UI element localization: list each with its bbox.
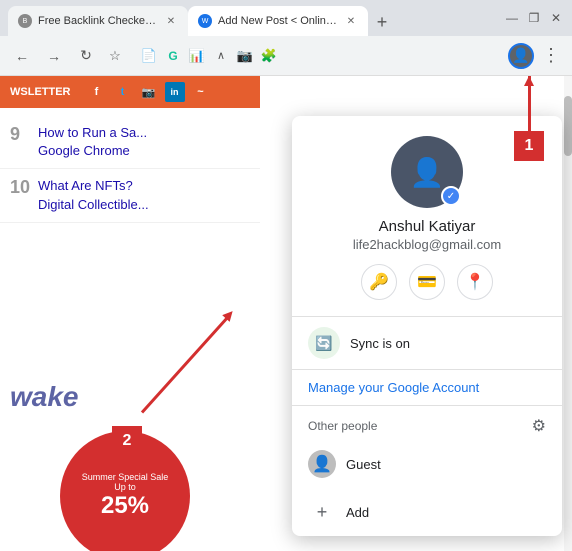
marker-badge-2: 2	[112, 426, 142, 456]
maximize-button[interactable]: ❐	[526, 10, 542, 26]
back-icon: ←	[15, 48, 29, 64]
forward-button[interactable]: →	[40, 42, 68, 70]
tab2-favicon: W	[198, 14, 212, 28]
other-people-label: Other people	[308, 419, 377, 433]
guest-item[interactable]: 👤 Guest	[292, 440, 562, 488]
profile-toolbar-button[interactable]: 👤	[508, 43, 534, 69]
close-button[interactable]: ✕	[548, 10, 564, 26]
location-button[interactable]: 📍	[457, 264, 493, 300]
window-controls: — ❐ ✕	[504, 10, 564, 26]
scrollbar[interactable]	[564, 76, 572, 551]
chrome-menu-button[interactable]: ⋮	[538, 41, 564, 70]
star-button[interactable]: ☆	[104, 45, 126, 67]
marker-badge-1: 1	[514, 131, 544, 161]
tab-backlink[interactable]: B Free Backlink Checker b... ✕	[8, 6, 188, 36]
manage-account-link[interactable]: Manage your Google Account	[292, 370, 562, 405]
tab1-favicon: B	[18, 14, 32, 28]
sync-section: 🔄 Sync is on	[292, 317, 562, 370]
sale-line1: Summer Special Sale	[82, 472, 169, 482]
camera-icon[interactable]: 📷	[234, 45, 256, 67]
toolbar: ← → ↻ ☆ 📄 G 📊 ∧ 📷 🧩 👤 ⋮	[0, 36, 572, 76]
tab1-title: Free Backlink Checker b...	[38, 15, 158, 27]
reload-button[interactable]: ↻	[72, 42, 100, 70]
facebook-icon[interactable]: f	[87, 82, 107, 102]
guest-avatar: 👤	[308, 450, 336, 478]
forward-icon: →	[47, 48, 61, 64]
website-panel: WSLETTER f t 📷 in ~ 9 How to Run a Sa...…	[0, 76, 260, 551]
tabs-area: B Free Backlink Checker b... ✕ W Add New…	[8, 0, 500, 36]
list-item: 10 What Are NFTs?Digital Collectible...	[0, 169, 260, 222]
other-people-section: Other people ⚙	[292, 405, 562, 440]
newsletter-label: WSLETTER	[10, 86, 71, 98]
twitter-icon[interactable]: t	[113, 82, 133, 102]
verified-badge: ✓	[441, 186, 461, 206]
linkedin-icon[interactable]: in	[165, 82, 185, 102]
scrollbar-thumb[interactable]	[564, 96, 572, 156]
add-icon: +	[308, 498, 336, 526]
extension-icon[interactable]: 🧩	[258, 45, 280, 67]
gear-icon[interactable]: ⚙	[532, 416, 546, 436]
tab2-close[interactable]: ✕	[344, 14, 358, 28]
avatar-icon: 👤	[410, 156, 445, 189]
back-button[interactable]: ←	[8, 42, 36, 70]
avatar-container: 👤 ✓	[391, 136, 463, 208]
analytics-icon[interactable]: 📊	[186, 45, 208, 67]
list-item: 9 How to Run a Sa...Google Chrome	[0, 116, 260, 169]
guest-label: Guest	[346, 457, 381, 472]
browser-frame: B Free Backlink Checker b... ✕ W Add New…	[0, 0, 572, 551]
title-bar: B Free Backlink Checker b... ✕ W Add New…	[0, 0, 572, 36]
rss-icon[interactable]: ~	[191, 82, 211, 102]
page-content: WSLETTER f t 📷 in ~ 9 How to Run a Sa...…	[0, 76, 572, 551]
wake-logo: wake	[0, 371, 260, 423]
social-icons: f t 📷 in ~	[87, 82, 211, 102]
payment-button[interactable]: 💳	[409, 264, 445, 300]
instagram-icon[interactable]: 📷	[139, 82, 159, 102]
profile-avatar-small: 👤	[512, 47, 529, 64]
grammarly-icon[interactable]: G	[162, 45, 184, 67]
profile-name: Anshul Katiyar	[379, 218, 476, 235]
item-title-10[interactable]: What Are NFTs?Digital Collectible...	[38, 177, 149, 213]
sync-status: Sync is on	[350, 336, 410, 351]
key-button[interactable]: 🔑	[361, 264, 397, 300]
reload-icon: ↻	[80, 47, 92, 64]
tab1-close[interactable]: ✕	[164, 14, 178, 28]
arrow-up-head	[524, 76, 534, 86]
caret-icon[interactable]: ∧	[210, 45, 232, 67]
add-label: Add	[346, 505, 369, 520]
sale-line2: Up to	[114, 482, 136, 492]
item-number-9: 9	[10, 124, 30, 146]
minimize-button[interactable]: —	[504, 10, 520, 26]
sale-percent: 25%	[101, 492, 149, 520]
star-icon: ☆	[109, 48, 121, 64]
profile-email: life2hackblog@gmail.com	[353, 237, 501, 252]
profile-dropdown: 👤 ✓ Anshul Katiyar life2hackblog@gmail.c…	[292, 116, 562, 536]
extension-icons: 📄 G 📊 ∧ 📷 🧩	[138, 45, 280, 67]
tab2-title: Add New Post < Online...	[218, 15, 338, 27]
sync-icon: 🔄	[308, 327, 340, 359]
marker-2-container: 2	[112, 426, 142, 456]
newsletter-bar: WSLETTER f t 📷 in ~	[0, 76, 260, 108]
pdf-icon[interactable]: 📄	[138, 45, 160, 67]
marker-1-container: 1	[514, 76, 544, 161]
new-tab-button[interactable]: +	[368, 8, 396, 36]
add-account-item[interactable]: + Add	[292, 488, 562, 536]
item-number-10: 10	[10, 177, 30, 199]
sale-section: wake Summer Special Sale Up to 25%	[0, 371, 260, 551]
profile-actions: 🔑 💳 📍	[361, 264, 493, 300]
item-title-9[interactable]: How to Run a Sa...Google Chrome	[38, 124, 147, 160]
article-list: 9 How to Run a Sa...Google Chrome 10 Wha…	[0, 108, 260, 231]
arrow-up-line	[528, 76, 531, 131]
tab-addpost[interactable]: W Add New Post < Online... ✕	[188, 6, 368, 36]
